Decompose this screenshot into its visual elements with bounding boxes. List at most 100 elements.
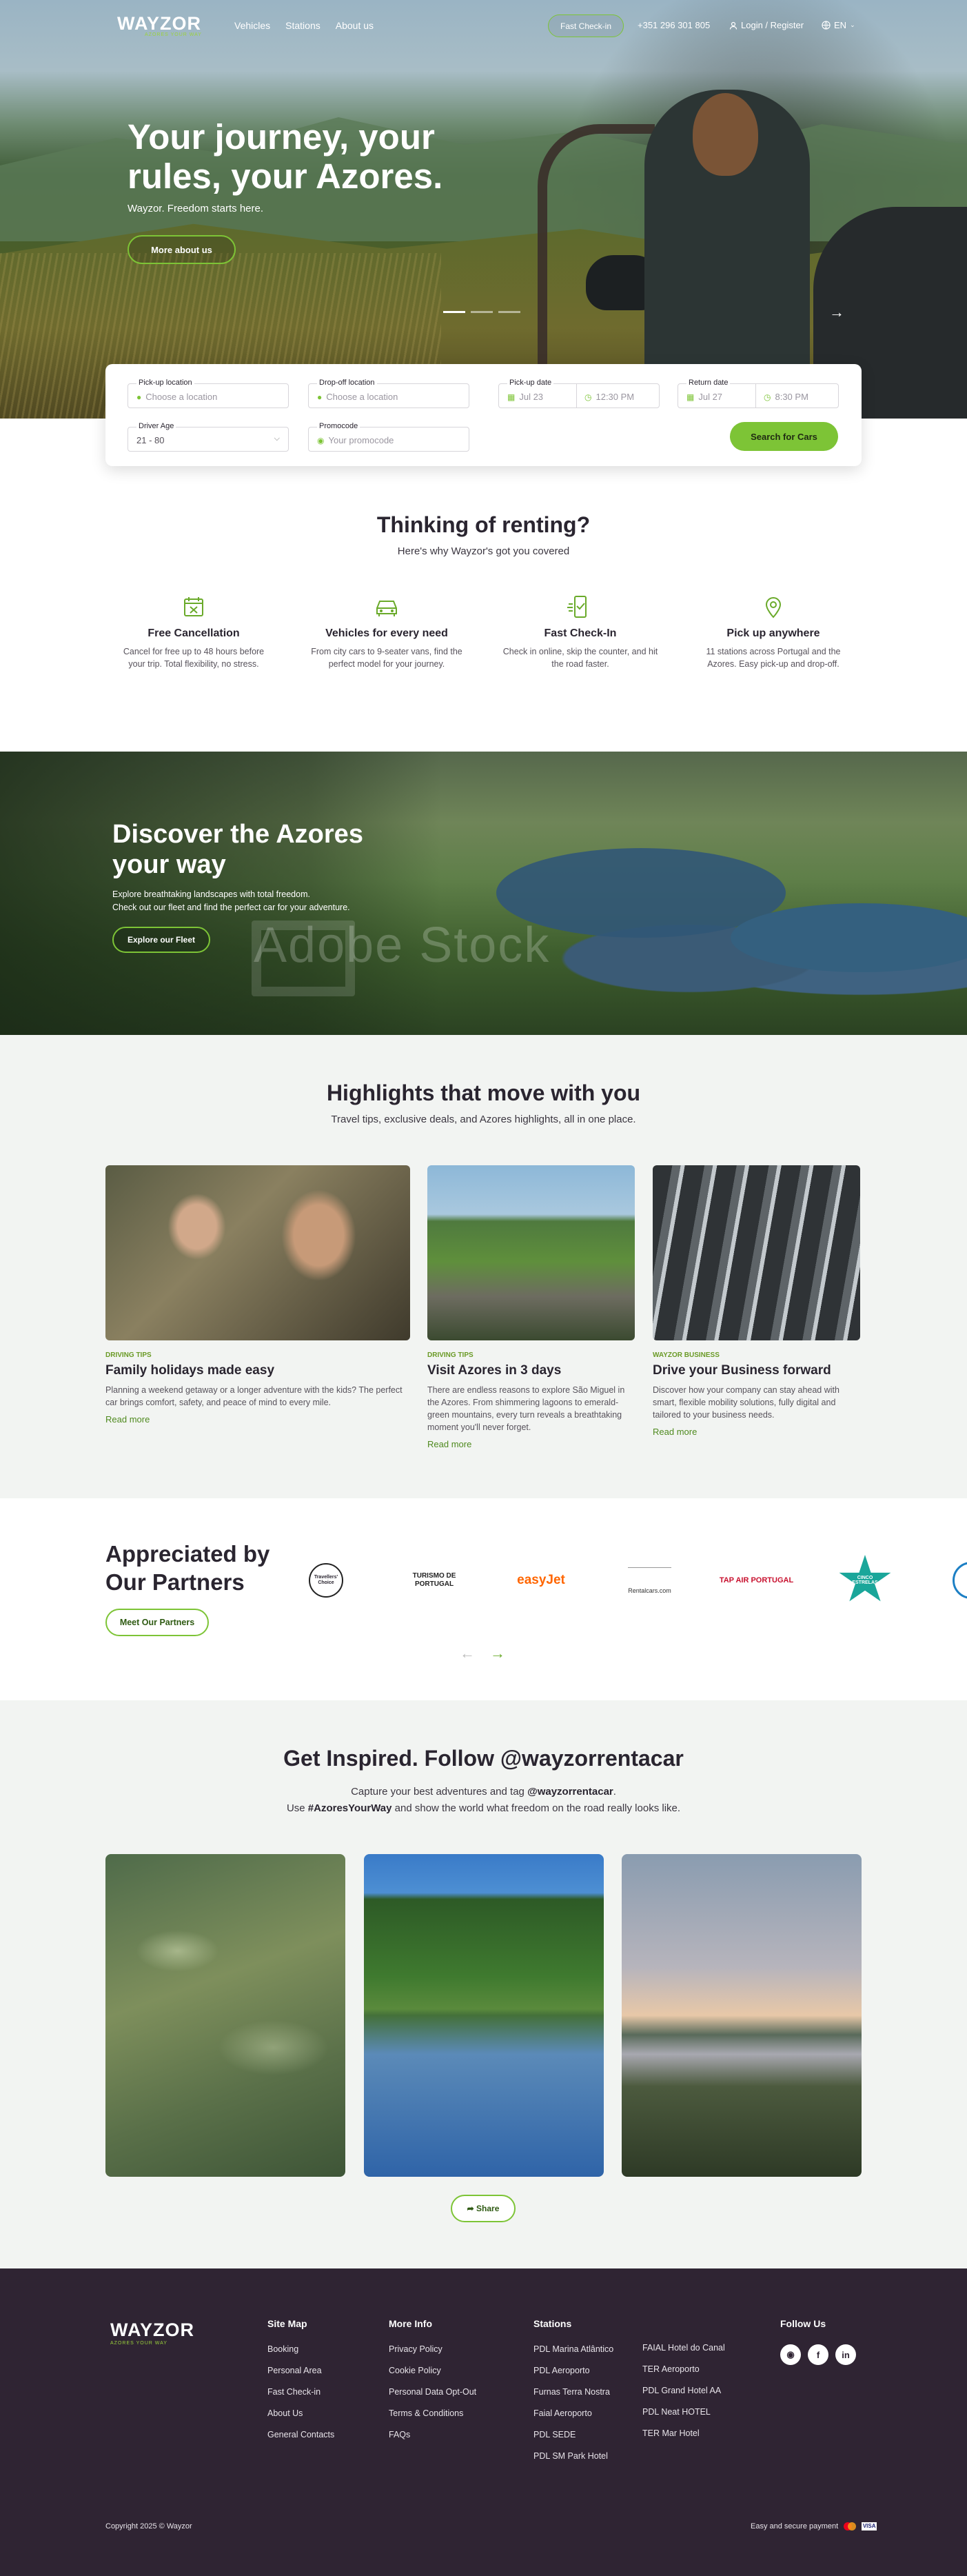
feature-title: Vehicles for every need	[325, 627, 448, 639]
phone-number[interactable]: +351 296 301 805	[638, 20, 710, 30]
station-link[interactable]: PDL Marina Atlântico	[533, 2344, 613, 2354]
mobile-checkin-icon	[565, 592, 596, 622]
search-cars-button[interactable]: Search for Cars	[730, 422, 838, 451]
nav-link-vehicles[interactable]: Vehicles	[234, 20, 270, 31]
hero-woman-head	[693, 93, 758, 176]
feature-title: Pick up anywhere	[726, 627, 820, 639]
station-link[interactable]: TER Aeroporto	[642, 2364, 725, 2374]
pickup-time-value: 12:30 PM	[596, 392, 635, 402]
footer-link-privacy[interactable]: Privacy Policy	[389, 2344, 476, 2354]
why-subtitle: Here's why Wayzor's got you covered	[397, 545, 570, 557]
instagram-photo-sunset-lake[interactable]	[622, 1854, 862, 2177]
footer-link-contacts[interactable]: General Contacts	[267, 2430, 334, 2439]
read-more-link[interactable]: Read more	[427, 1439, 635, 1449]
meet-partners-button[interactable]: Meet Our Partners	[105, 1609, 209, 1636]
why-title: Thinking of renting?	[376, 512, 591, 537]
chevron-down-icon: ⌄	[850, 21, 855, 28]
wayzor-logo[interactable]: WAYZOR AZORES YOUR WAY	[117, 14, 202, 38]
partner-logo-text: TAP AIR PORTUGAL	[719, 1576, 794, 1584]
footer-link-cookies[interactable]: Cookie Policy	[389, 2366, 476, 2375]
card-text: Planning a weekend getaway or a longer a…	[105, 1385, 403, 1407]
station-link[interactable]: PDL Grand Hotel AA	[642, 2386, 725, 2395]
instagram-photo-water[interactable]	[105, 1854, 345, 2177]
discover-section: Adobe Stock Discover the Azores your way…	[0, 752, 967, 1035]
footer-link-terms[interactable]: Terms & Conditions	[389, 2408, 476, 2418]
card-title: Drive your Business forward	[653, 1363, 831, 1378]
language-selector[interactable]: EN ⌄	[822, 20, 855, 30]
blog-card[interactable]: DRIVING TIPS Family holidays made easy P…	[105, 1165, 410, 1425]
station-link[interactable]: Furnas Terra Nostra	[533, 2387, 613, 2397]
card-category: DRIVING TIPS	[427, 1351, 474, 1359]
footer-link-about[interactable]: About Us	[267, 2408, 334, 2418]
footer-col-title: Stations	[533, 2318, 572, 2329]
more-about-us-button[interactable]: More about us	[128, 235, 236, 264]
login-register-link[interactable]: Login / Register	[729, 20, 804, 30]
text-segment: Capture your best adventures and tag	[351, 1786, 528, 1798]
carousel-next-arrow-icon[interactable]: →	[829, 303, 844, 321]
arrow-right-icon[interactable]: →	[490, 1644, 505, 1662]
discover-text: Discover the Azores your way Explore bre…	[112, 819, 388, 953]
nav-link-stations[interactable]: Stations	[285, 20, 320, 31]
pickup-date-field[interactable]: Pick-up date ▦ Jul 23 ◷ 12:30 PM	[498, 379, 660, 408]
arrow-left-icon[interactable]: ←	[460, 1644, 475, 1662]
carousel-dot[interactable]	[471, 311, 493, 313]
card-title: Visit Azores in 3 days	[427, 1363, 562, 1378]
dropoff-location-field[interactable]: Drop-off location ● Choose a location	[308, 379, 469, 408]
clock-icon: ◷	[764, 392, 771, 402]
footer-link-personal-area[interactable]: Personal Area	[267, 2366, 334, 2375]
partner-logo-rentalcars: Rentalcars.com	[617, 1562, 682, 1599]
footer-link-fast-checkin[interactable]: Fast Check-in	[267, 2387, 334, 2397]
discover-title: Discover the Azores your way	[112, 820, 363, 879]
pickup-location-field[interactable]: Pick-up location ● Choose a location	[128, 379, 289, 408]
station-link[interactable]: Faial Aeroporto	[533, 2408, 613, 2418]
read-more-link[interactable]: Read more	[105, 1414, 410, 1425]
language-label: EN	[834, 20, 847, 30]
nav-link-about[interactable]: About us	[336, 20, 374, 31]
partner-logo-text: Travellers' Choice	[309, 1563, 343, 1598]
dropoff-location-label: Drop-off location	[317, 379, 377, 387]
partners-title: Appreciated by Our Partners	[105, 1541, 270, 1595]
hashtag[interactable]: #AzoresYourWay	[308, 1802, 392, 1814]
nav-links: Vehicles Stations About us	[234, 20, 374, 31]
instagram-handle[interactable]: @wayzorrentacar	[527, 1786, 613, 1798]
station-link[interactable]: PDL Neat HOTEL	[642, 2407, 725, 2417]
partner-logo-turismo-portugal: TURISMO DE PORTUGAL	[396, 1562, 472, 1599]
instagram-photo-lake-forest[interactable]	[364, 1854, 604, 2177]
partner-logo-travellers-choice: Travellers' Choice	[303, 1562, 349, 1599]
driver-age-select[interactable]: Driver Age 21 - 80 ⌵	[128, 422, 289, 452]
payment-info: Easy and secure payment VISA	[751, 2522, 877, 2530]
return-date-field[interactable]: Return date ▦ Jul 27 ◷ 8:30 PM	[678, 379, 839, 408]
carousel-dot[interactable]	[443, 311, 465, 313]
footer-link-opt-out[interactable]: Personal Data Opt-Out	[389, 2387, 476, 2397]
why-section: Thinking of renting? Here's why Wayzor's…	[0, 466, 967, 752]
explore-fleet-button[interactable]: Explore our Fleet	[112, 927, 210, 953]
partner-logo-partial	[953, 1562, 967, 1599]
footer-link-faqs[interactable]: FAQs	[389, 2430, 476, 2439]
footer-col-title: Site Map	[267, 2318, 307, 2329]
facebook-icon[interactable]: f	[808, 2344, 828, 2365]
station-link[interactable]: TER Mar Hotel	[642, 2428, 725, 2438]
instagram-icon[interactable]: ◉	[780, 2344, 801, 2365]
hero-text: Your journey, your rules, your Azores. W…	[128, 117, 513, 264]
login-label: Login / Register	[741, 20, 804, 30]
station-link[interactable]: PDL SEDE	[533, 2430, 613, 2439]
driver-age-label: Driver Age	[136, 422, 176, 430]
footer: WAYZOR AZORES YOUR WAY Site Map Booking …	[0, 2268, 967, 2576]
hero-subtitle: Wayzor. Freedom starts here.	[128, 203, 264, 214]
car-fleet-image	[653, 1165, 860, 1340]
station-link[interactable]: PDL Aeroporto	[533, 2366, 613, 2375]
station-link[interactable]: PDL SM Park Hotel	[533, 2451, 613, 2461]
promocode-field[interactable]: Promocode ◉ Your promocode	[308, 422, 469, 452]
blog-card[interactable]: DRIVING TIPS Visit Azores in 3 days Ther…	[427, 1165, 635, 1449]
station-link[interactable]: FAIAL Hotel do Canal	[642, 2343, 725, 2353]
feature-text: From city cars to 9-seater vans, find th…	[311, 647, 462, 669]
footer-link-booking[interactable]: Booking	[267, 2344, 334, 2354]
read-more-link[interactable]: Read more	[653, 1427, 860, 1437]
carousel-dot[interactable]	[498, 311, 520, 313]
blog-card[interactable]: WAYZOR BUSINESS Drive your Business forw…	[653, 1165, 860, 1437]
linkedin-icon[interactable]: in	[835, 2344, 856, 2365]
footer-logo[interactable]: WAYZOR AZORES YOUR WAY	[110, 2320, 194, 2346]
discover-description: Explore breathtaking landscapes with tot…	[112, 888, 388, 914]
fast-checkin-button[interactable]: Fast Check-in	[548, 14, 624, 37]
share-button[interactable]: ➦ Share	[451, 2195, 516, 2222]
